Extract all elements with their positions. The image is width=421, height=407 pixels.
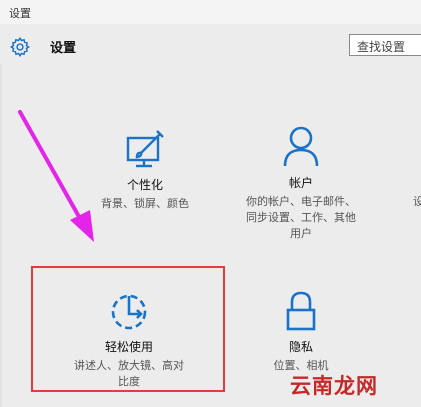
annotation-arrow — [18, 110, 94, 242]
watermark: 云南龙网 — [290, 374, 378, 398]
